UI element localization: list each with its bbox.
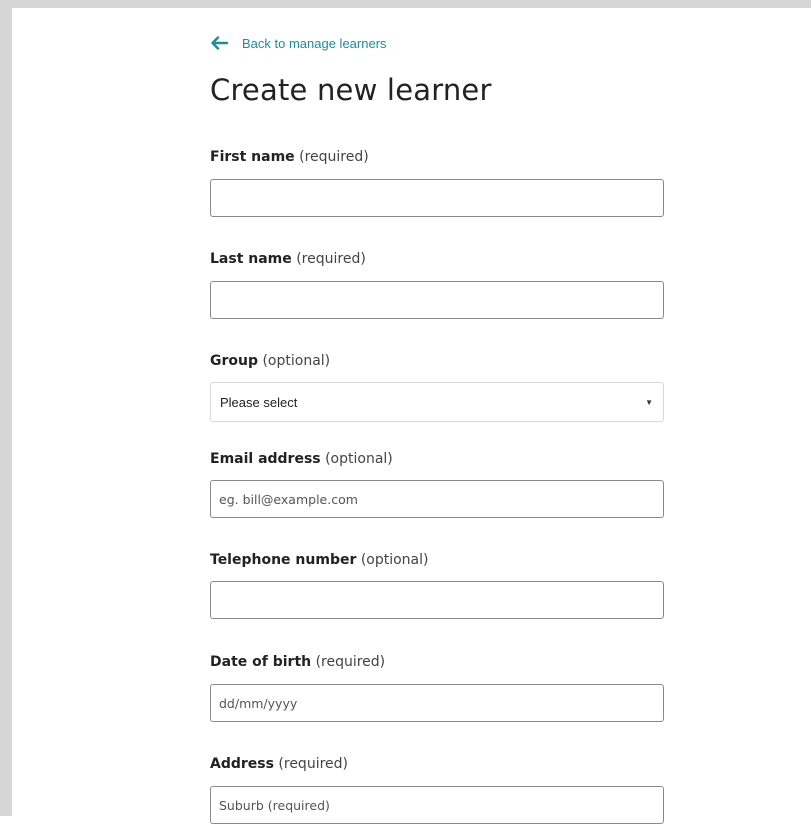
- group-label-text: Group: [210, 353, 259, 369]
- dob-label: Date of birth (required): [210, 654, 385, 670]
- first-name-hint: (required): [299, 149, 369, 165]
- address-hint: (required): [278, 756, 348, 772]
- back-link-label: Back to manage learners: [242, 35, 387, 51]
- group-label: Group (optional): [210, 353, 330, 369]
- first-name-label-text: First name: [210, 149, 295, 165]
- email-field[interactable]: [210, 480, 664, 518]
- last-name-label: Last name (required): [210, 251, 366, 267]
- telephone-label-text: Telephone number: [210, 552, 357, 568]
- form-container: Back to manage learners Create new learn…: [210, 32, 664, 824]
- group-select[interactable]: Please select ▼: [210, 382, 664, 422]
- group-hint: (optional): [262, 353, 331, 369]
- arrow-left-icon: [211, 36, 228, 50]
- dob-label-text: Date of birth: [210, 654, 312, 670]
- address-suburb-input[interactable]: [210, 786, 664, 824]
- last-name-hint: (required): [296, 251, 366, 267]
- first-name-label: First name (required): [210, 149, 369, 165]
- back-link[interactable]: Back to manage learners: [210, 32, 664, 54]
- last-name-input[interactable]: [210, 281, 664, 319]
- page-title: Create new learner: [210, 73, 492, 107]
- dob-hint: (required): [315, 654, 386, 670]
- caret-down-icon: ▼: [645, 397, 653, 407]
- date-of-birth-input[interactable]: [210, 684, 664, 722]
- group-select-value: Please select: [220, 394, 298, 410]
- email-hint: (optional): [325, 451, 393, 467]
- email-label: Email address (optional): [210, 451, 393, 467]
- telephone-input[interactable]: [210, 581, 664, 619]
- first-name-input[interactable]: [210, 179, 664, 217]
- address-label: Address (required): [210, 756, 348, 772]
- last-name-label-text: Last name: [210, 251, 292, 267]
- telephone-label: Telephone number (optional): [210, 552, 429, 568]
- telephone-hint: (optional): [360, 552, 429, 568]
- address-label-text: Address: [210, 756, 274, 772]
- page-frame: Back to manage learners Create new learn…: [0, 0, 811, 824]
- email-label-text: Email address: [210, 451, 321, 467]
